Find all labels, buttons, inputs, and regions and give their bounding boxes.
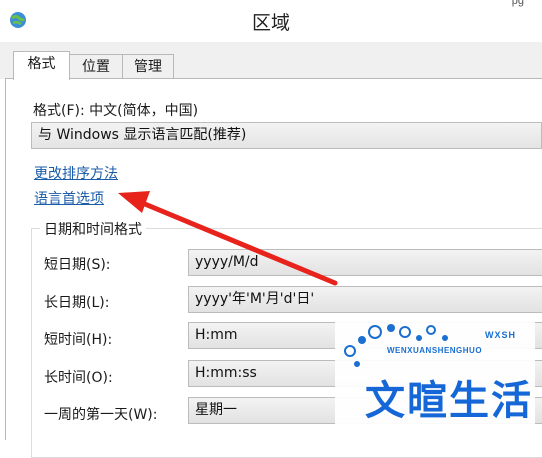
language-preferences-link[interactable]: 语言首选项 — [34, 188, 104, 208]
tab-administrative[interactable]: 管理 — [122, 54, 174, 78]
datetime-group-legend: 日期和时间格式 — [40, 219, 146, 239]
first-day-of-week-label: 一周的第一天(W): — [44, 407, 158, 423]
window-top-text: pg — [511, 0, 524, 7]
long-date-label: 长日期(L): — [44, 295, 110, 311]
long-time-label: 长时间(O): — [44, 370, 113, 386]
watermark-title: 文暄生活 — [365, 378, 533, 424]
format-label: 格式(F): 中文(简体，中国) — [33, 103, 199, 119]
short-time-label: 短时间(H): — [44, 332, 113, 348]
long-date-dropdown[interactable]: yyyy'年'M'月'd'日' — [188, 286, 542, 313]
watermark-abbr: WXSH — [485, 330, 516, 340]
tab-location[interactable]: 位置 — [69, 54, 123, 78]
window-title: 区域 — [251, 12, 290, 34]
short-date-dropdown[interactable]: yyyy/M/d — [188, 249, 542, 276]
tab-format[interactable]: 格式 — [13, 51, 70, 80]
watermark-logo: WXSH WENXUANSHENGHUO 文暄生活 — [335, 318, 535, 440]
change-sort-link[interactable]: 更改排序方法 — [34, 163, 118, 183]
short-date-label: 短日期(S): — [44, 257, 111, 273]
watermark-subtitle: WENXUANSHENGHUO — [387, 346, 483, 355]
title-bar: 区域 pg — [0, 0, 542, 43]
format-dropdown[interactable]: 与 Windows 显示语言匹配(推荐) — [31, 122, 542, 149]
